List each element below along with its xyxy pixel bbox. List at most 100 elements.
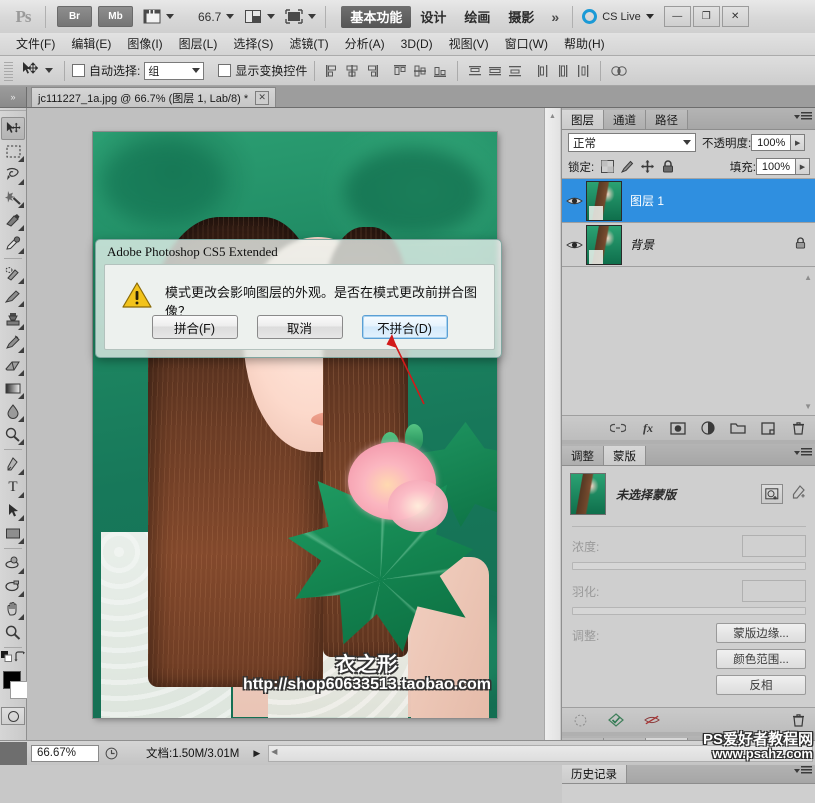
distribute-top-edges-button[interactable] <box>467 63 483 79</box>
menu-3d[interactable]: 3D(D) <box>393 33 441 55</box>
preview-clock-icon[interactable] <box>102 747 120 760</box>
menu-select[interactable]: 选择(S) <box>225 33 281 55</box>
crop-tool[interactable] <box>1 209 25 232</box>
cs-live-menu[interactable]: CS Live <box>582 9 654 24</box>
workspace-tab-painting[interactable]: 绘画 <box>455 6 499 28</box>
launch-mini-bridge-button[interactable]: Mb <box>98 6 133 27</box>
menu-edit[interactable]: 编辑(E) <box>63 33 119 55</box>
distribute-vertical-centers-button[interactable] <box>487 63 503 79</box>
lock-position-icon[interactable] <box>640 159 655 174</box>
rectangle-shape-tool[interactable] <box>1 522 25 545</box>
background-color-swatch[interactable] <box>10 681 28 699</box>
align-horizontal-centers-button[interactable] <box>344 63 360 79</box>
menu-image[interactable]: 图像(I) <box>119 33 170 55</box>
dodge-tool[interactable] <box>1 423 25 446</box>
close-button[interactable]: ✕ <box>721 6 749 27</box>
scroll-up-icon[interactable]: ▲ <box>546 110 559 123</box>
move-tool[interactable] <box>1 117 25 140</box>
restore-button[interactable]: ❐ <box>692 6 720 27</box>
layer-row-background[interactable]: 背景 <box>562 223 815 267</box>
feather-slider[interactable] <box>572 607 806 615</box>
tab-channels[interactable]: 通道 <box>604 110 646 129</box>
swap-colors-icon[interactable] <box>14 651 25 665</box>
history-panel-menu-button[interactable] <box>794 766 812 775</box>
select-vector-mask-icon[interactable] <box>791 485 808 503</box>
new-group-icon[interactable] <box>730 420 746 436</box>
align-bottom-edges-button[interactable] <box>432 63 448 79</box>
fill-slider-button[interactable]: ▶ <box>796 158 810 175</box>
mode-change-dialog[interactable]: Adobe Photoshop CS5 Extended 模式更改会影响图层的外… <box>95 239 502 358</box>
auto-select-checkbox[interactable] <box>72 64 85 77</box>
auto-select-target-dropdown[interactable]: 组 <box>144 61 205 80</box>
menu-filter[interactable]: 滤镜(T) <box>281 33 336 55</box>
tab-paths[interactable]: 路径 <box>646 110 688 129</box>
layer-style-icon[interactable]: fx <box>640 420 656 436</box>
delete-layer-icon[interactable] <box>790 420 806 436</box>
delete-mask-icon[interactable] <box>790 712 806 728</box>
zoom-input[interactable]: 66.67% <box>31 744 99 762</box>
color-range-button[interactable]: 颜色范围... <box>716 649 806 669</box>
mask-edge-button[interactable]: 蒙版边缘... <box>716 623 806 643</box>
density-slider[interactable] <box>572 562 806 570</box>
menu-view[interactable]: 视图(V) <box>441 33 497 55</box>
close-icon[interactable]: ✕ <box>255 90 270 105</box>
launch-bridge-button[interactable]: Br <box>57 6 92 27</box>
options-bar-grip[interactable] <box>4 59 13 82</box>
clone-stamp-tool[interactable] <box>1 308 25 331</box>
lock-image-pixels-icon[interactable] <box>620 159 635 174</box>
workspace-tab-photography[interactable]: 摄影 <box>499 6 543 28</box>
select-pixel-mask-icon[interactable] <box>761 484 783 504</box>
view-extras-dropdown[interactable] <box>143 4 174 30</box>
more-workspaces-button[interactable]: » <box>543 9 567 25</box>
layer-name[interactable]: 图层 1 <box>630 192 664 209</box>
workspace-tab-design[interactable]: 设计 <box>411 6 455 28</box>
spot-healing-brush-tool[interactable] <box>1 262 25 285</box>
document-tab[interactable]: jc111227_1a.jpg @ 66.7% (图层 1, Lab/8) * … <box>31 87 277 107</box>
path-selection-tool[interactable] <box>1 499 25 522</box>
mask-thumbnail[interactable] <box>570 473 606 515</box>
status-expand-button[interactable]: ▶ <box>253 748 260 759</box>
link-layers-icon[interactable] <box>610 420 626 436</box>
lock-transparent-pixels-icon[interactable] <box>600 159 615 174</box>
quick-mask-button[interactable] <box>1 707 25 725</box>
image-canvas[interactable]: 衣之形 http://shop60633513.taobao.com <box>93 132 497 718</box>
menu-window[interactable]: 窗口(W) <box>497 33 556 55</box>
load-selection-icon[interactable] <box>572 712 588 728</box>
menu-analysis[interactable]: 分析(A) <box>337 33 393 55</box>
layer-visibility-toggle[interactable] <box>562 239 586 251</box>
opacity-input[interactable]: 100% <box>751 134 792 151</box>
layer-row-layer1[interactable]: 图层 1 <box>562 179 815 223</box>
eraser-tool[interactable] <box>1 354 25 377</box>
rotate-3d-object-tool[interactable] <box>1 552 25 575</box>
magic-wand-tool[interactable] <box>1 186 25 209</box>
align-vertical-centers-button[interactable] <box>412 63 428 79</box>
blend-mode-dropdown[interactable]: 正常 <box>568 133 696 152</box>
fill-input[interactable]: 100% <box>756 158 796 175</box>
distribute-horizontal-centers-button[interactable] <box>555 63 571 79</box>
workspace-tab-essentials[interactable]: 基本功能 <box>341 5 412 28</box>
scroll-up-icon[interactable]: ▲ <box>804 273 812 282</box>
blur-tool[interactable] <box>1 400 25 423</box>
density-input[interactable] <box>742 535 806 557</box>
rotate-3d-camera-tool[interactable] <box>1 575 25 598</box>
cancel-button[interactable]: 取消 <box>256 315 343 339</box>
current-tool-preset[interactable] <box>17 61 57 80</box>
screen-mode-dropdown[interactable] <box>285 4 317 30</box>
eyedropper-tool[interactable] <box>1 232 25 255</box>
tab-masks[interactable]: 蒙版 <box>604 446 646 465</box>
minimize-button[interactable]: — <box>663 6 691 27</box>
arrange-documents-dropdown[interactable] <box>244 4 276 30</box>
tab-layers[interactable]: 图层 <box>562 110 604 129</box>
zoom-tool[interactable] <box>1 621 25 644</box>
brush-tool[interactable] <box>1 285 25 308</box>
zoom-level-dropdown[interactable]: 66.7 <box>184 4 235 30</box>
flatten-button[interactable]: 拼合(F) <box>151 315 238 339</box>
default-colors-icon[interactable] <box>1 651 12 665</box>
distribute-right-edges-button[interactable] <box>575 63 591 79</box>
align-right-edges-button[interactable] <box>364 63 380 79</box>
show-transform-controls-checkbox[interactable] <box>218 64 232 77</box>
layers-panel-menu-button[interactable] <box>794 112 812 121</box>
marquee-tool[interactable] <box>1 140 25 163</box>
disable-mask-icon[interactable] <box>644 712 660 728</box>
new-adjustment-layer-icon[interactable] <box>700 420 716 436</box>
